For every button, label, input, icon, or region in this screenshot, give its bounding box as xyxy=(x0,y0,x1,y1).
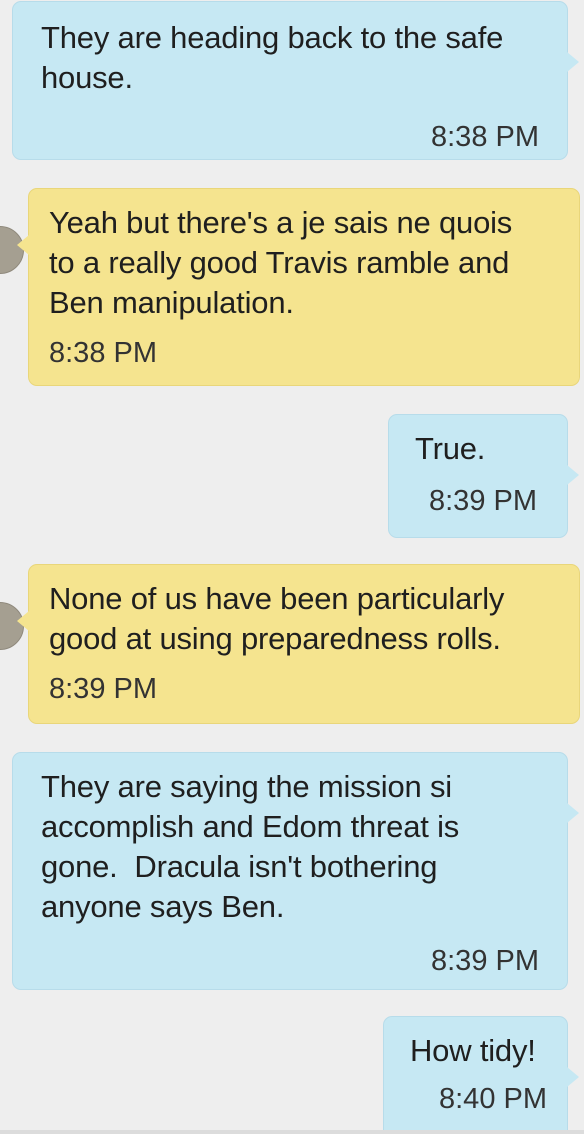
bubble-tail xyxy=(567,803,579,823)
message-incoming[interactable]: Yeah but there's a je sais ne quois to a… xyxy=(17,188,580,386)
message-bubble[interactable]: None of us have been particularly good a… xyxy=(17,564,580,724)
message-text: They are heading back to the safe house. xyxy=(41,20,504,95)
bubble-tail xyxy=(567,465,579,485)
message-timestamp: 8:38 PM xyxy=(431,121,539,153)
message-text: None of us have been particularly good a… xyxy=(49,581,505,656)
bubble-tail xyxy=(17,611,29,631)
message-timestamp: 8:40 PM xyxy=(439,1083,547,1115)
message-bubble[interactable]: How tidy! 8:40 PM xyxy=(383,1016,579,1134)
message-bubble[interactable]: They are heading back to the safe house.… xyxy=(12,1,579,160)
message-thread: They are heading back to the safe house.… xyxy=(0,0,584,1134)
message-outgoing[interactable]: How tidy! 8:40 PM xyxy=(383,1016,579,1134)
message-text: True. xyxy=(415,431,486,466)
message-bubble[interactable]: They are saying the mission si accomplis… xyxy=(12,752,579,990)
message-timestamp: 8:39 PM xyxy=(431,945,539,977)
bubble-tail xyxy=(17,235,29,255)
message-text: How tidy! xyxy=(410,1033,536,1068)
message-text: They are saying the mission si accomplis… xyxy=(41,769,460,924)
message-timestamp: 8:39 PM xyxy=(49,673,157,705)
bubble-tail xyxy=(567,1067,579,1087)
message-outgoing[interactable]: They are saying the mission si accomplis… xyxy=(12,752,579,990)
message-text: Yeah but there's a je sais ne quois to a… xyxy=(49,205,513,320)
bottom-divider xyxy=(0,1130,584,1134)
message-incoming[interactable]: None of us have been particularly good a… xyxy=(17,564,580,724)
message-timestamp: 8:39 PM xyxy=(429,485,537,517)
message-outgoing[interactable]: They are heading back to the safe house.… xyxy=(12,1,579,160)
message-outgoing[interactable]: True. 8:39 PM xyxy=(388,414,579,538)
message-bubble[interactable]: True. 8:39 PM xyxy=(388,414,579,538)
message-timestamp: 8:38 PM xyxy=(49,337,157,369)
message-bubble[interactable]: Yeah but there's a je sais ne quois to a… xyxy=(17,188,580,386)
bubble-tail xyxy=(567,52,579,72)
